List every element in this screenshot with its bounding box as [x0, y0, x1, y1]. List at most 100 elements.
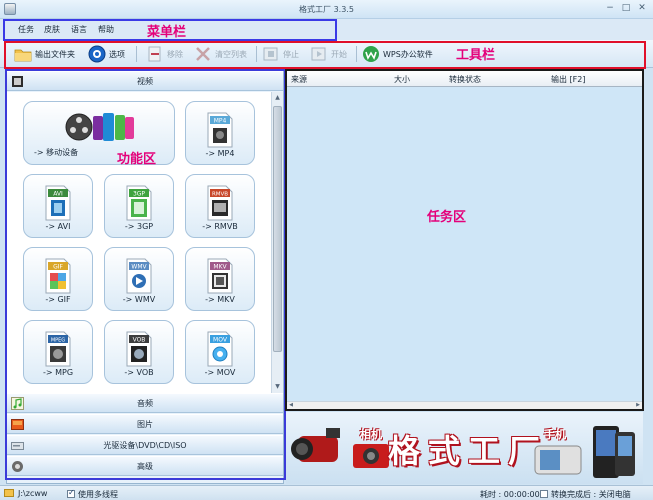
- scroll-left-icon[interactable]: ◀: [287, 402, 295, 409]
- menu-item-language[interactable]: 语言: [71, 24, 87, 35]
- film-icon: [11, 75, 24, 88]
- remove-button[interactable]: 移除: [146, 43, 183, 65]
- elapsed-time: 耗时 : 00:00:00: [480, 490, 540, 499]
- mobile-devices-icon: [65, 110, 135, 144]
- format-avi-button[interactable]: AVI -> AVI: [23, 174, 93, 238]
- start-label: 开始: [331, 49, 347, 59]
- output-folder-button[interactable]: 输出文件夹: [14, 43, 75, 65]
- avi-badge: AVI: [53, 191, 63, 198]
- format-mkv-button[interactable]: MKV -> MKV: [185, 247, 255, 311]
- category-video-label: 视频: [137, 77, 153, 86]
- toolbar-separator: [356, 46, 357, 62]
- wps-logo-icon: [362, 45, 380, 63]
- vob-badge: VOB: [133, 337, 146, 344]
- format-label: -> AVI: [45, 222, 71, 231]
- banner-camera-text: 相机: [360, 428, 382, 441]
- multithread-checkbox[interactable]: [67, 488, 75, 498]
- status-bar: J:\zcww 使用多线程 耗时 : 00:00:00 转换完成后 : 关闭电脑: [0, 485, 653, 500]
- after-convert-option[interactable]: 转换完成后 : 关闭电脑: [540, 489, 631, 500]
- category-advanced[interactable]: 高级: [7, 456, 283, 476]
- format-rmvb-button[interactable]: RMVB -> RMVB: [185, 174, 255, 238]
- 3gp-badge: 3GP: [133, 191, 145, 198]
- vob-icon: VOB: [124, 331, 154, 367]
- gear-icon: [88, 45, 106, 63]
- column-status[interactable]: 转换状态: [449, 74, 481, 85]
- format-vob-button[interactable]: VOB -> VOB: [104, 320, 174, 384]
- mp4-icon: MP4: [205, 112, 235, 148]
- menu-item-help[interactable]: 帮助: [98, 24, 114, 35]
- scroll-up-icon[interactable]: ▲: [272, 92, 283, 104]
- mov-badge: MOV: [213, 337, 228, 344]
- format-grid-scrollbar[interactable]: ▲ ▼: [271, 92, 283, 393]
- format-label: -> 3GP: [124, 222, 154, 231]
- menu-item-task[interactable]: 任务: [18, 24, 34, 35]
- folder-small-icon: [4, 489, 14, 497]
- toolbar-separator: [256, 46, 257, 62]
- minimize-icon[interactable]: −: [603, 2, 617, 15]
- banner-title: 格式工厂: [388, 432, 549, 470]
- category-video[interactable]: 视频: [7, 71, 283, 91]
- wps-office-button[interactable]: WPS办公软件: [362, 43, 433, 65]
- stop-button[interactable]: 停止: [262, 43, 299, 65]
- after-convert-checkbox[interactable]: [540, 490, 548, 498]
- category-rom-device[interactable]: 光驱设备\DVD\CD\ISO: [7, 435, 283, 455]
- banner-phone-text: 手机: [544, 428, 566, 441]
- clear-list-button[interactable]: 清空列表: [194, 43, 247, 65]
- output-folder-status[interactable]: J:\zcww: [4, 489, 47, 498]
- options-button[interactable]: 选项: [88, 43, 125, 65]
- output-path-text: J:\zcww: [18, 489, 48, 498]
- output-folder-label: 输出文件夹: [35, 49, 75, 59]
- menu-bar: 任务 皮肤 语言 帮助 菜单栏: [0, 19, 653, 40]
- format-mp4-button[interactable]: MP4 -> MP4: [185, 101, 255, 165]
- mkv-badge: MKV: [213, 264, 227, 271]
- multithread-option[interactable]: 使用多线程: [67, 488, 118, 500]
- menu-item-skin[interactable]: 皮肤: [44, 24, 60, 35]
- format-wmv-button[interactable]: WMV -> WMV: [104, 247, 174, 311]
- 3gp-icon: 3GP: [124, 185, 154, 221]
- stop-icon: [262, 45, 280, 63]
- clear-list-icon: [194, 45, 212, 63]
- rmvb-badge: RMVB: [212, 192, 228, 198]
- music-note-icon: [11, 397, 24, 410]
- column-size[interactable]: 大小: [394, 74, 410, 85]
- mp4-badge: MP4: [214, 118, 227, 125]
- mpg-icon: MPEG: [43, 331, 73, 367]
- category-audio-label: 音频: [137, 399, 153, 408]
- multithread-label: 使用多线程: [78, 490, 118, 499]
- scrollbar-thumb[interactable]: [273, 106, 282, 352]
- picture-icon: [11, 418, 24, 431]
- column-source[interactable]: 来源: [291, 74, 307, 85]
- format-label: -> GIF: [45, 295, 71, 304]
- play-icon: [310, 45, 328, 63]
- format-label: -> MKV: [205, 295, 235, 304]
- promo-banner[interactable]: 相机 格式工厂 手机: [286, 412, 643, 484]
- start-button[interactable]: 开始: [310, 43, 347, 65]
- gif-badge: GIF: [53, 264, 63, 271]
- scroll-down-icon[interactable]: ▼: [272, 381, 283, 393]
- format-mov-button[interactable]: MOV -> MOV: [185, 320, 255, 384]
- format-label: -> MPG: [42, 368, 74, 377]
- category-advanced-label: 高级: [137, 462, 153, 471]
- column-output[interactable]: 输出 [F2]: [551, 74, 585, 85]
- disc-drive-icon: [11, 439, 24, 452]
- remove-icon: [146, 45, 164, 63]
- format-label: -> VOB: [124, 368, 154, 377]
- photo-camera-icon: [352, 438, 390, 474]
- task-horizontal-scrollbar[interactable]: ◀ ▶: [287, 401, 642, 409]
- scroll-right-icon[interactable]: ▶: [634, 402, 642, 409]
- category-rom-label: 光驱设备\DVD\CD\ISO: [103, 441, 187, 450]
- function-area-annotation: 功能区: [117, 152, 157, 167]
- category-audio[interactable]: 音频: [7, 393, 283, 413]
- format-grid: -> 移动设备 MP4 -> MP4 AVI -> AVI 3GP -> 3GP…: [7, 92, 271, 393]
- format-mpg-button[interactable]: MPEG -> MPG: [23, 320, 93, 384]
- format-3gp-button[interactable]: 3GP -> 3GP: [104, 174, 174, 238]
- close-icon[interactable]: ✕: [635, 2, 649, 15]
- wmv-icon: WMV: [124, 258, 154, 294]
- format-gif-button[interactable]: GIF -> GIF: [23, 247, 93, 311]
- after-convert-label: 转换完成后 : 关闭电脑: [551, 490, 631, 499]
- maximize-icon[interactable]: □: [619, 2, 633, 15]
- stop-label: 停止: [283, 49, 299, 59]
- task-area-annotation: 任务区: [427, 210, 467, 225]
- category-picture[interactable]: 图片: [7, 414, 283, 434]
- task-table-header: 来源 大小 转换状态 输出 [F2]: [287, 71, 642, 87]
